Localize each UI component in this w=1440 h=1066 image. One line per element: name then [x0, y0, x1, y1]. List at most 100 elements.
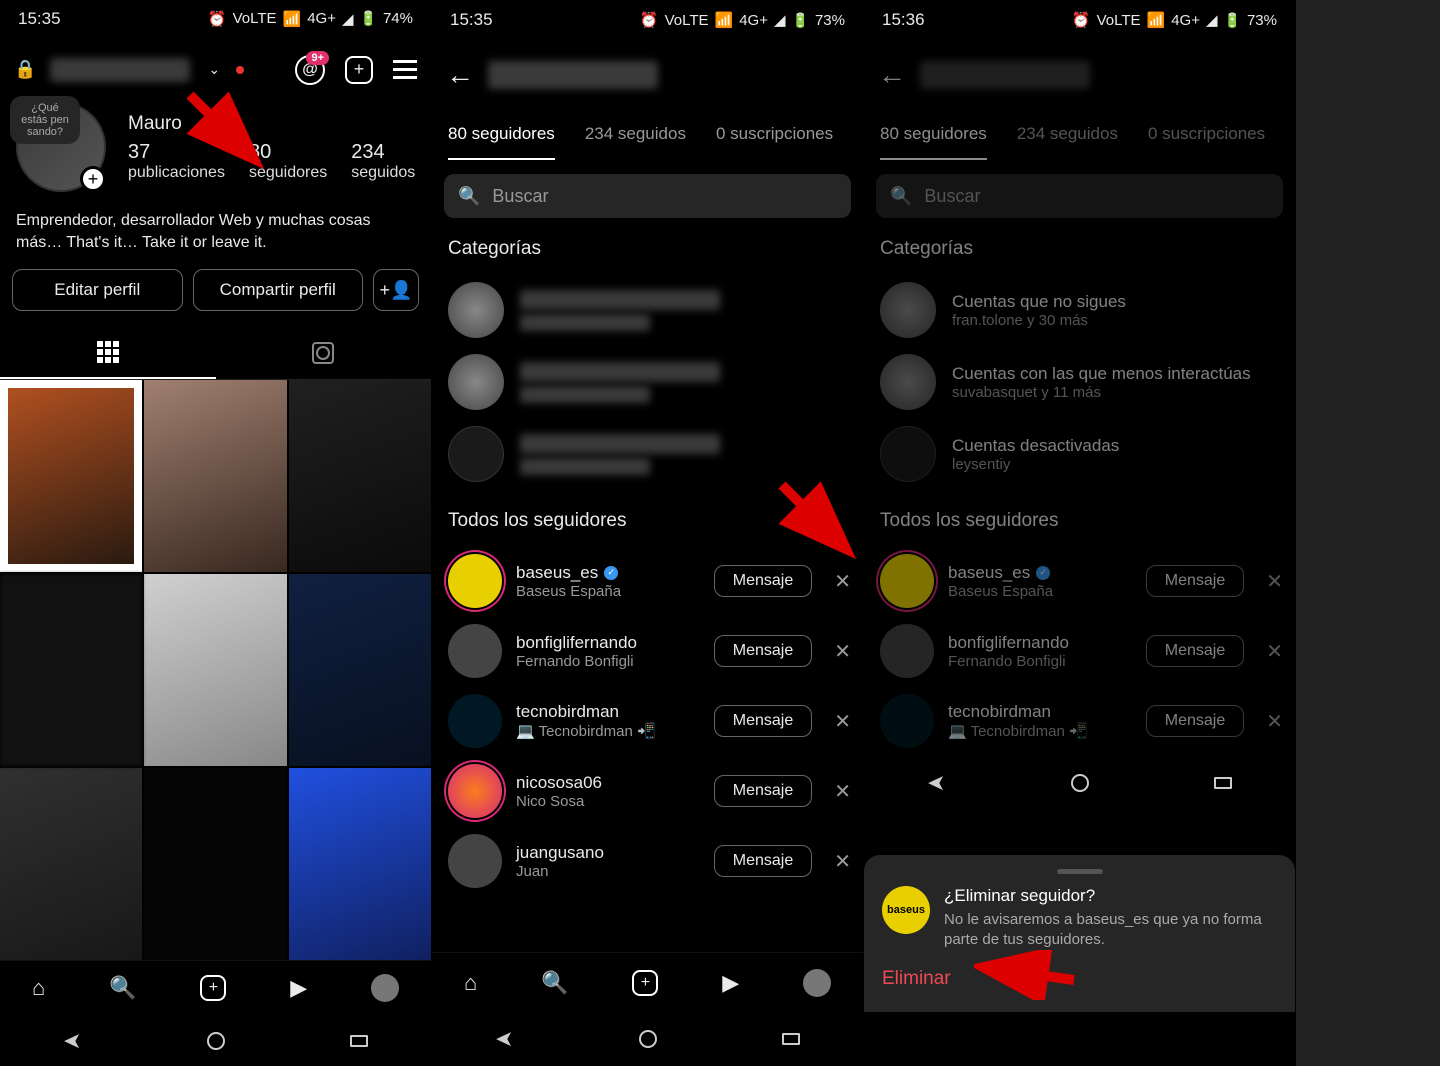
discover-people-button[interactable]: +👤	[373, 269, 419, 311]
screen-confirm-remove: 15:36 ⏰ VoLTE 📶 4G+ ◢ 🔋 73% ← 80 seguido…	[864, 0, 1296, 1066]
status-bar: 15:36 ⏰ VoLTE 📶 4G+ ◢ 🔋 73%	[864, 0, 1295, 40]
nav-profile-icon[interactable]	[371, 974, 399, 1002]
nav-search-icon[interactable]: 🔍	[541, 970, 568, 996]
stat-following[interactable]: 234 seguidos	[351, 141, 415, 182]
status-bar: 15:35 ⏰ VoLTE 📶 4G+ ◢ 🔋 74%	[0, 0, 431, 37]
search-placeholder: Buscar	[492, 186, 548, 207]
sys-back-icon[interactable]: ➤	[927, 770, 945, 796]
alarm-icon: ⏰	[1072, 11, 1091, 29]
nav-search-icon[interactable]: 🔍	[109, 975, 136, 1001]
edit-profile-button[interactable]: Editar perfil	[12, 269, 183, 311]
post-thumb[interactable]	[0, 768, 142, 960]
follower-row[interactable]: bonfiglifernando Fernando Bonfigli Mensa…	[432, 616, 863, 686]
menu-button[interactable]	[393, 60, 417, 79]
post-thumb[interactable]	[0, 380, 142, 572]
remove-follower-button: ✕	[1266, 569, 1283, 594]
message-button[interactable]: Mensaje	[714, 635, 812, 667]
sys-back-icon[interactable]: ➤	[495, 1026, 513, 1052]
post-thumb[interactable]	[289, 380, 431, 572]
post-thumb[interactable]	[0, 574, 142, 766]
stat-followers[interactable]: 80 seguidores	[249, 141, 327, 182]
message-button: Mensaje	[1146, 635, 1244, 667]
message-button[interactable]: Mensaje	[714, 775, 812, 807]
create-button[interactable]: +	[345, 56, 373, 84]
post-thumb[interactable]	[289, 574, 431, 766]
message-button[interactable]: Mensaje	[714, 565, 812, 597]
signal-icon: ◢	[774, 11, 786, 29]
add-story-icon[interactable]: +	[80, 166, 106, 192]
remove-follower-button[interactable]: ✕	[834, 569, 851, 594]
section-categories: Categorías	[432, 238, 863, 274]
alarm-icon: ⏰	[208, 10, 227, 28]
message-button[interactable]: Mensaje	[714, 845, 812, 877]
message-button[interactable]: Mensaje	[714, 705, 812, 737]
category-deactivated[interactable]: xx	[432, 418, 863, 490]
share-profile-button[interactable]: Compartir perfil	[193, 269, 364, 311]
sheet-handle-icon[interactable]	[1057, 869, 1103, 874]
dimmed-background: ← 80 seguidores 234 seguidos 0 suscripci…	[864, 40, 1295, 756]
post-thumb[interactable]	[144, 768, 286, 960]
follower-avatar[interactable]	[448, 624, 502, 678]
remove-follower-button[interactable]: ✕	[834, 639, 851, 664]
system-nav: ➤	[432, 1012, 863, 1066]
avatar[interactable]: ¿Qué estás pen sando? +	[16, 102, 106, 192]
battery-pct: 74%	[383, 10, 413, 27]
follower-avatar[interactable]	[448, 554, 502, 608]
sys-recent-icon[interactable]	[350, 1035, 368, 1047]
remove-follower-button[interactable]: ✕	[834, 849, 851, 874]
chevron-down-icon[interactable]: ⌄	[208, 61, 220, 78]
sys-home-icon[interactable]	[1071, 774, 1089, 792]
follower-row[interactable]: tecnobirdman 💻 Tecnobirdman 📲 Mensaje ✕	[432, 686, 863, 756]
grid-icon	[97, 341, 119, 363]
confirm-sheet: baseus ¿Eliminar seguidor? No le avisare…	[864, 855, 1295, 1013]
tab-followers: 80 seguidores	[880, 110, 987, 160]
nav-reels-icon[interactable]: ▶	[290, 975, 307, 1001]
follower-row[interactable]: baseus_es✓ Baseus España Mensaje ✕	[432, 546, 863, 616]
sys-recent-icon[interactable]	[782, 1033, 800, 1045]
nav-home-icon[interactable]: ⌂	[32, 975, 45, 1001]
search-icon: 🔍	[890, 186, 912, 207]
tab-tagged[interactable]	[216, 327, 432, 378]
battery-icon: 🔋	[1224, 12, 1241, 29]
category-not-following[interactable]: xx	[432, 274, 863, 346]
back-arrow-icon[interactable]: ←	[878, 59, 906, 91]
sys-recent-icon[interactable]	[1214, 777, 1232, 789]
back-arrow-icon[interactable]: ←	[446, 59, 474, 91]
follower-avatar[interactable]	[448, 764, 502, 818]
status-time: 15:36	[882, 10, 925, 30]
tab-grid[interactable]	[0, 327, 216, 378]
sys-home-icon[interactable]	[639, 1030, 657, 1048]
follower-row[interactable]: juangusano Juan Mensaje ✕	[432, 826, 863, 896]
wifi-icon: 📶	[283, 10, 302, 28]
remove-follower-button[interactable]: ✕	[834, 709, 851, 734]
tab-followers[interactable]: 80 seguidores	[448, 110, 555, 160]
remove-follower-button[interactable]: ✕	[834, 779, 851, 804]
search-input[interactable]: 🔍 Buscar	[444, 174, 851, 218]
follower-avatar[interactable]	[448, 834, 502, 888]
note-bubble[interactable]: ¿Qué estás pen sando?	[10, 96, 80, 144]
alarm-icon: ⏰	[640, 11, 659, 29]
stat-posts[interactable]: 37 publicaciones	[128, 141, 225, 182]
sys-back-icon[interactable]: ➤	[63, 1028, 81, 1054]
category-least-interacted[interactable]: xx	[432, 346, 863, 418]
username-handle[interactable]	[50, 58, 190, 82]
post-thumb[interactable]	[144, 380, 286, 572]
volte-icon: VoLTE	[1097, 12, 1141, 29]
nav-home-icon[interactable]: ⌂	[464, 970, 477, 996]
post-thumb[interactable]	[144, 574, 286, 766]
tab-following[interactable]: 234 seguidos	[585, 110, 686, 160]
nav-create-icon[interactable]: +	[200, 975, 226, 1001]
follower-row[interactable]: nicososa06 Nico Sosa Mensaje ✕	[432, 756, 863, 826]
tab-subscriptions[interactable]: 0 suscripciones	[716, 110, 833, 160]
sys-home-icon[interactable]	[207, 1032, 225, 1050]
nav-create-icon[interactable]: +	[632, 970, 658, 996]
follower-avatar[interactable]	[448, 694, 502, 748]
nav-reels-icon[interactable]: ▶	[722, 970, 739, 996]
eliminar-button[interactable]: Eliminar	[882, 968, 1277, 990]
nav-profile-icon[interactable]	[803, 969, 831, 997]
bottom-nav: ⌂ 🔍 + ▶	[432, 952, 863, 1012]
category-not-following: Cuentas que no siguesfran.tolone y 30 má…	[864, 274, 1295, 346]
threads-icon[interactable]: @9+	[295, 55, 325, 85]
follower-row: tecnobirdman💻 Tecnobirdman 📲 Mensaje ✕	[864, 686, 1295, 756]
post-thumb[interactable]	[289, 768, 431, 960]
